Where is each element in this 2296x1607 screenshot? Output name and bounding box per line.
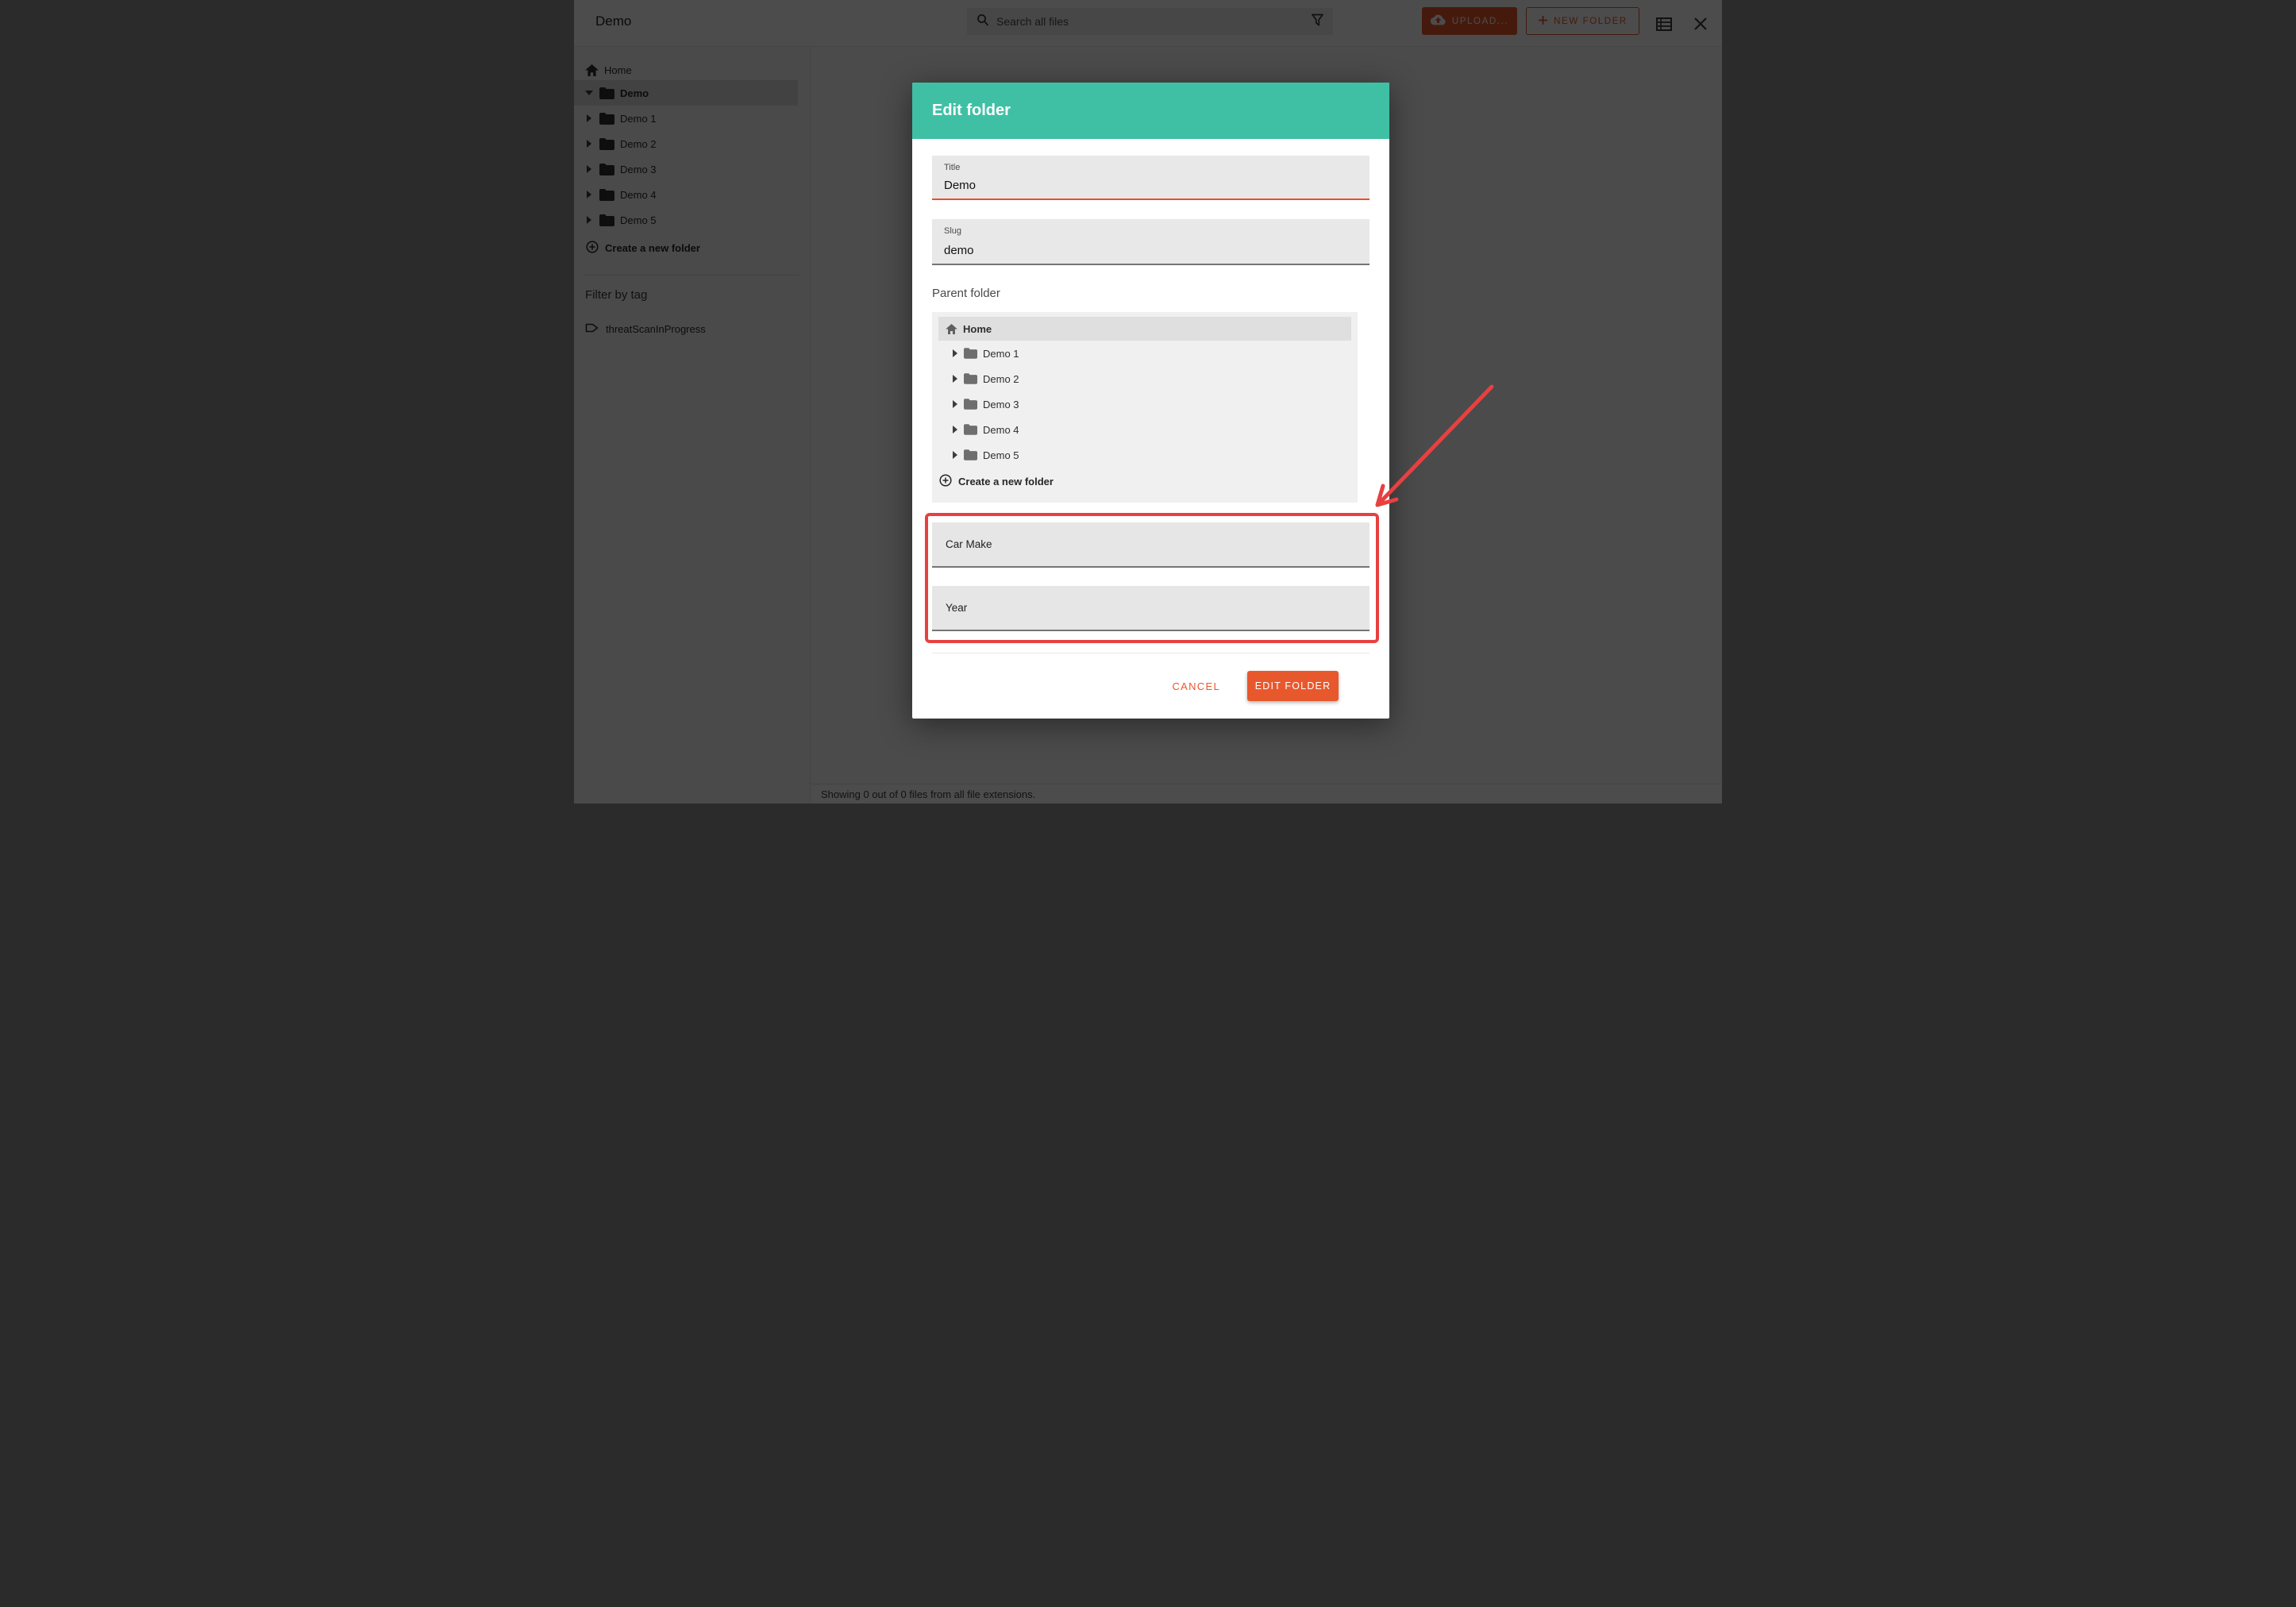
create-folder-label: Create a new folder [958, 476, 1054, 487]
tree-item-demo-1[interactable]: Demo 1 [938, 341, 1351, 366]
tree-item-label: Demo 1 [983, 348, 1019, 360]
dialog-title: Edit folder [932, 102, 1011, 120]
tree-item-label: Demo 5 [983, 449, 1019, 461]
plus-circle-icon [939, 474, 952, 489]
tree-item-demo-3[interactable]: Demo 3 [938, 391, 1351, 417]
cancel-button[interactable]: CANCEL [1172, 680, 1220, 692]
folder-icon [964, 424, 977, 435]
folder-icon [964, 399, 977, 410]
parent-folder-label: Parent folder [932, 287, 1370, 300]
edit-folder-button[interactable]: EDIT FOLDER [1247, 671, 1339, 701]
tree-item-label: Home [963, 323, 992, 335]
car-make-select[interactable]: Car Make [932, 522, 1370, 568]
car-make-label: Car Make [946, 538, 992, 550]
dialog-header: Edit folder [912, 83, 1389, 139]
tree-item-label: Demo 3 [983, 399, 1019, 410]
app-window: Demo UPLOAD... NEW FOLDER [574, 0, 1722, 804]
title-field[interactable]: Title [932, 156, 1370, 200]
folder-icon [964, 373, 977, 384]
tree-item-demo-2[interactable]: Demo 2 [938, 366, 1351, 391]
edit-folder-dialog: Edit folder Title Slug Parent folder Hom… [912, 83, 1389, 719]
year-label: Year [946, 602, 967, 614]
dialog-footer: CANCEL EDIT FOLDER [932, 653, 1370, 719]
slug-field-label: Slug [944, 226, 961, 236]
year-select[interactable]: Year [932, 586, 1370, 631]
folder-icon [964, 449, 977, 461]
caret-right-icon[interactable] [951, 349, 959, 357]
home-icon [946, 324, 957, 334]
tree-item-label: Demo 2 [983, 373, 1019, 385]
caret-right-icon[interactable] [951, 375, 959, 383]
tree-item-demo-5[interactable]: Demo 5 [938, 442, 1351, 468]
tree-item-home[interactable]: Home [938, 317, 1351, 341]
tree-item-demo-4[interactable]: Demo 4 [938, 417, 1351, 442]
caret-right-icon[interactable] [951, 400, 959, 408]
title-input[interactable] [944, 179, 1360, 192]
folder-icon [964, 348, 977, 359]
tree-item-label: Demo 4 [983, 424, 1019, 436]
caret-right-icon[interactable] [951, 426, 959, 434]
tree-create-folder[interactable]: Create a new folder [938, 469, 1351, 493]
slug-field[interactable]: Slug [932, 219, 1370, 265]
caret-right-icon[interactable] [951, 451, 959, 459]
parent-folder-tree: Home Demo 1 Demo 2 [932, 312, 1358, 503]
title-field-label: Title [944, 163, 960, 172]
dialog-body: Title Slug Parent folder Home [912, 156, 1389, 719]
slug-input[interactable] [944, 244, 1360, 257]
